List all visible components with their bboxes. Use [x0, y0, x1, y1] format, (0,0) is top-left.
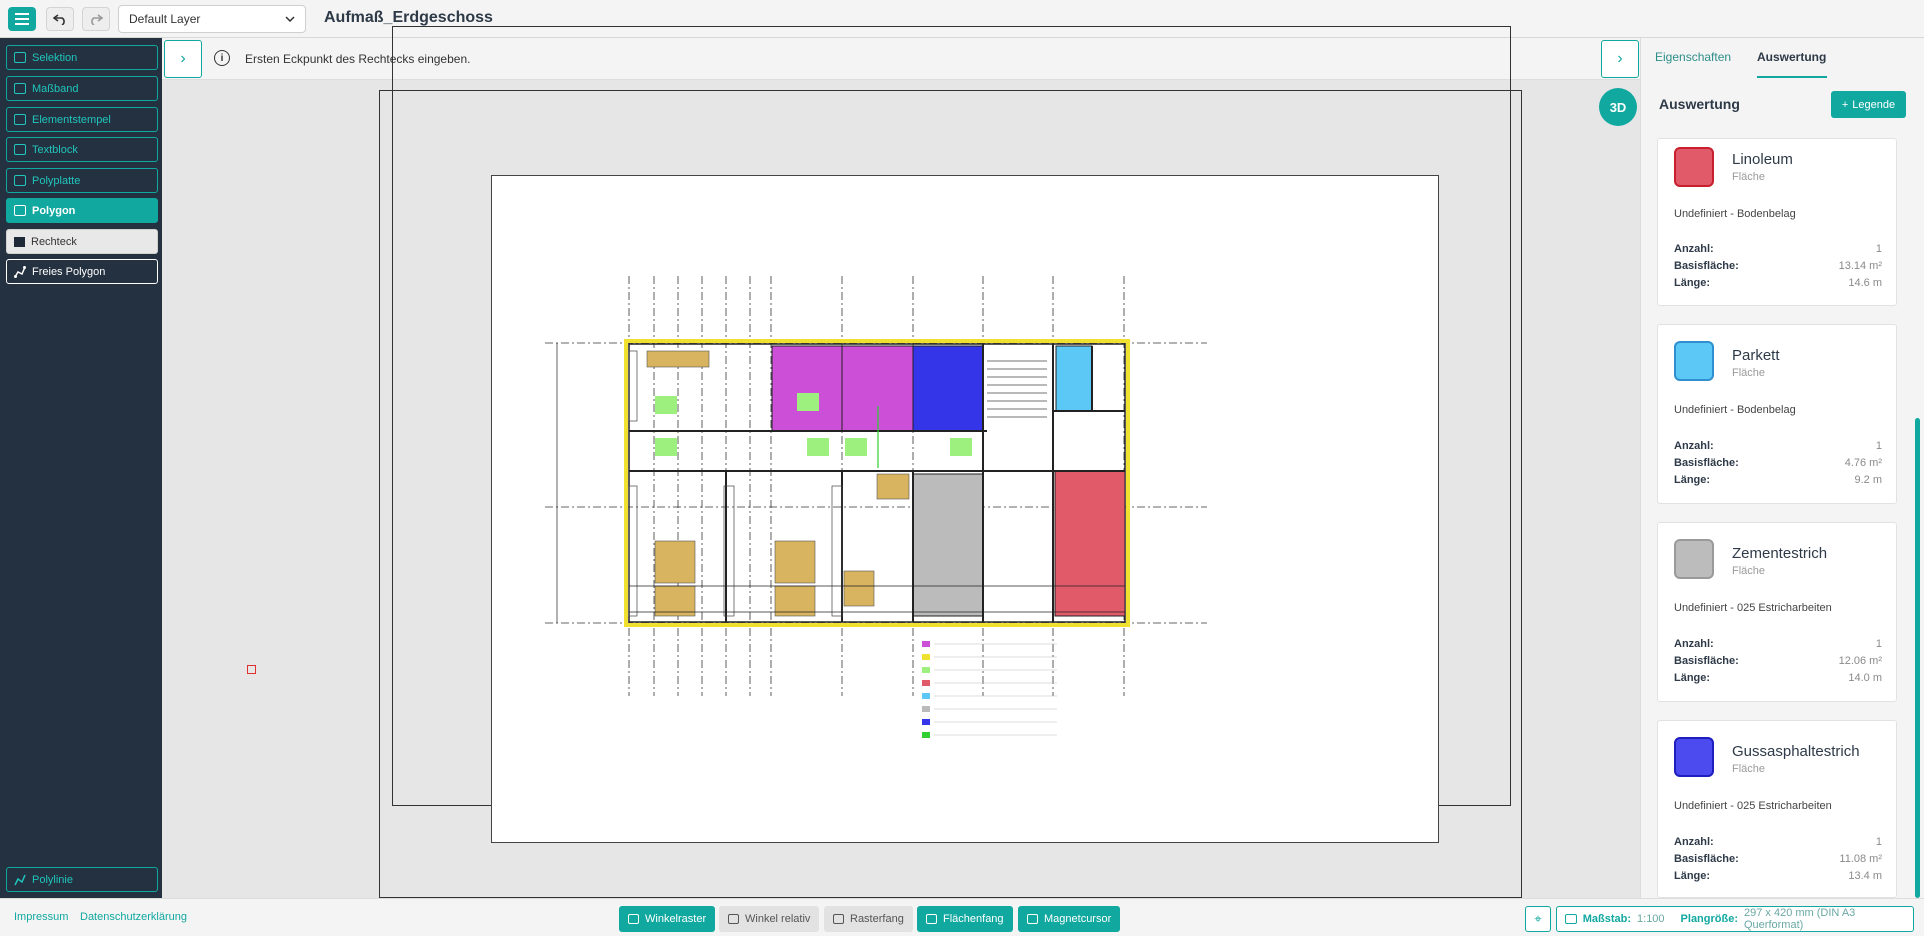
snap-winkelraster[interactable]: Winkelraster	[619, 906, 716, 932]
tool-polygon[interactable]: Polygon	[6, 198, 158, 223]
info-icon: i	[214, 50, 230, 66]
tab-auswertung[interactable]: Auswertung	[1757, 50, 1826, 64]
material-description: Undefiniert - Bodenbelag	[1674, 208, 1796, 220]
panel-scrollbar[interactable]	[1915, 418, 1920, 898]
material-card[interactable]: Gussasphaltestrich Fläche Undefiniert - …	[1657, 720, 1897, 898]
material-description: Undefiniert - Bodenbelag	[1674, 404, 1796, 416]
material-card[interactable]: Linoleum Fläche Undefiniert - Bodenbelag…	[1657, 138, 1897, 306]
tool-sidebar: Selektion Maßband Elementstempel Textblo…	[0, 38, 162, 898]
scale-icon	[1565, 914, 1577, 924]
snap-magnetcursor[interactable]: Magnetcursor	[1018, 906, 1121, 932]
legend-button[interactable]: + Legende	[1831, 91, 1906, 118]
snap-flaechenfang[interactable]: Flächenfang	[917, 906, 1013, 932]
crosshair-icon: ⌖	[1534, 911, 1542, 926]
panel-title: Auswertung	[1659, 96, 1740, 112]
area-row: Basisfläche: 13.14 m²	[1674, 260, 1882, 272]
tool-selektion[interactable]: Selektion	[6, 45, 158, 70]
material-type: Fläche	[1732, 763, 1766, 775]
stamp-icon	[14, 114, 26, 125]
polyline-icon	[14, 874, 26, 885]
chevron-right-icon: ›	[1617, 50, 1623, 67]
expand-left-button[interactable]: ›	[164, 40, 202, 78]
layer-select-value: Default Layer	[129, 12, 201, 26]
floor-plan-drawing	[545, 276, 1207, 738]
grid-icon	[833, 914, 844, 924]
tool-polylinie[interactable]: Polylinie	[6, 867, 158, 892]
material-card[interactable]: Zementestrich Fläche Undefiniert - 025 E…	[1657, 522, 1897, 702]
active-tab-indicator	[1757, 76, 1827, 78]
material-card[interactable]: Parkett Fläche Undefiniert - Bodenbelag …	[1657, 324, 1897, 504]
menu-icon[interactable]	[8, 7, 36, 31]
right-panel: Eigenschaften Auswertung Auswertung + Le…	[1640, 38, 1924, 898]
count-row: Anzahl: 1	[1674, 836, 1882, 848]
material-type: Fläche	[1732, 171, 1766, 183]
count-row: Anzahl: 1	[1674, 440, 1882, 452]
view-3d-button[interactable]: 3D	[1599, 88, 1637, 126]
material-type: Fläche	[1732, 367, 1766, 379]
layer-select[interactable]: Default Layer	[118, 5, 306, 33]
rectangle-icon	[14, 236, 25, 247]
material-name: Zementestrich	[1732, 545, 1828, 562]
document-title: Aufmaß_Erdgeschoss	[324, 9, 493, 26]
material-swatch	[1674, 147, 1714, 187]
area-row: Basisfläche: 4.76 m²	[1674, 457, 1882, 469]
snap-rasterfang[interactable]: Rasterfang	[824, 906, 913, 932]
free-polygon-icon	[14, 265, 26, 278]
chevron-down-icon	[285, 16, 295, 22]
undo-icon[interactable]	[46, 7, 74, 31]
material-swatch	[1674, 539, 1714, 579]
material-swatch	[1674, 737, 1714, 777]
cursor-marker	[247, 665, 256, 674]
length-row: Länge: 14.0 m	[1674, 672, 1882, 684]
plus-icon: +	[1841, 98, 1849, 111]
datenschutz-link[interactable]: Datenschutzerklärung	[80, 911, 187, 923]
material-description: Undefiniert - 025 Estricharbeiten	[1674, 602, 1832, 614]
length-row: Länge: 9.2 m	[1674, 474, 1882, 486]
tab-eigenschaften[interactable]: Eigenschaften	[1655, 50, 1731, 64]
angle-relative-icon	[728, 914, 739, 924]
polyplate-icon	[14, 175, 26, 186]
tool-rechteck[interactable]: Rechteck	[6, 229, 158, 254]
tool-freies-polygon[interactable]: Freies Polygon	[6, 259, 158, 284]
angle-grid-icon	[628, 914, 639, 924]
ruler-icon	[14, 83, 26, 94]
magnet-icon	[1027, 914, 1038, 924]
redo-icon[interactable]	[82, 7, 110, 31]
material-swatch	[1674, 341, 1714, 381]
area-row: Basisfläche: 11.08 m²	[1674, 853, 1882, 865]
length-row: Länge: 14.6 m	[1674, 277, 1882, 289]
impressum-link[interactable]: Impressum	[14, 911, 68, 923]
bottom-bar: Impressum Datenschutzerklärung Winkelras…	[0, 898, 1924, 936]
count-row: Anzahl: 1	[1674, 638, 1882, 650]
tool-polyplatte[interactable]: Polyplatte	[6, 168, 158, 193]
material-description: Undefiniert - 025 Estricharbeiten	[1674, 800, 1832, 812]
selection-icon	[14, 52, 26, 63]
material-type: Fläche	[1732, 565, 1766, 577]
recenter-button[interactable]: ⌖	[1525, 906, 1551, 932]
length-row: Länge: 13.4 m	[1674, 870, 1882, 882]
text-icon	[14, 144, 26, 155]
tool-massband[interactable]: Maßband	[6, 76, 158, 101]
tool-elementstempel[interactable]: Elementstempel	[6, 107, 158, 132]
material-name: Parkett	[1732, 347, 1780, 364]
scale-info[interactable]: Maßstab: 1:100 Plangröße: 297 x 420 mm (…	[1556, 906, 1914, 932]
material-name: Linoleum	[1732, 151, 1793, 168]
area-row: Basisfläche: 12.06 m²	[1674, 655, 1882, 667]
floor-plan[interactable]	[491, 175, 1439, 843]
area-snap-icon	[926, 914, 937, 924]
material-name: Gussasphaltestrich	[1732, 743, 1860, 760]
polygon-icon	[14, 205, 26, 216]
tool-textblock[interactable]: Textblock	[6, 137, 158, 162]
count-row: Anzahl: 1	[1674, 243, 1882, 255]
snap-winkel-relativ[interactable]: Winkel relativ	[719, 906, 820, 932]
chevron-right-icon: ›	[180, 50, 186, 67]
expand-right-button[interactable]: ›	[1601, 40, 1639, 78]
